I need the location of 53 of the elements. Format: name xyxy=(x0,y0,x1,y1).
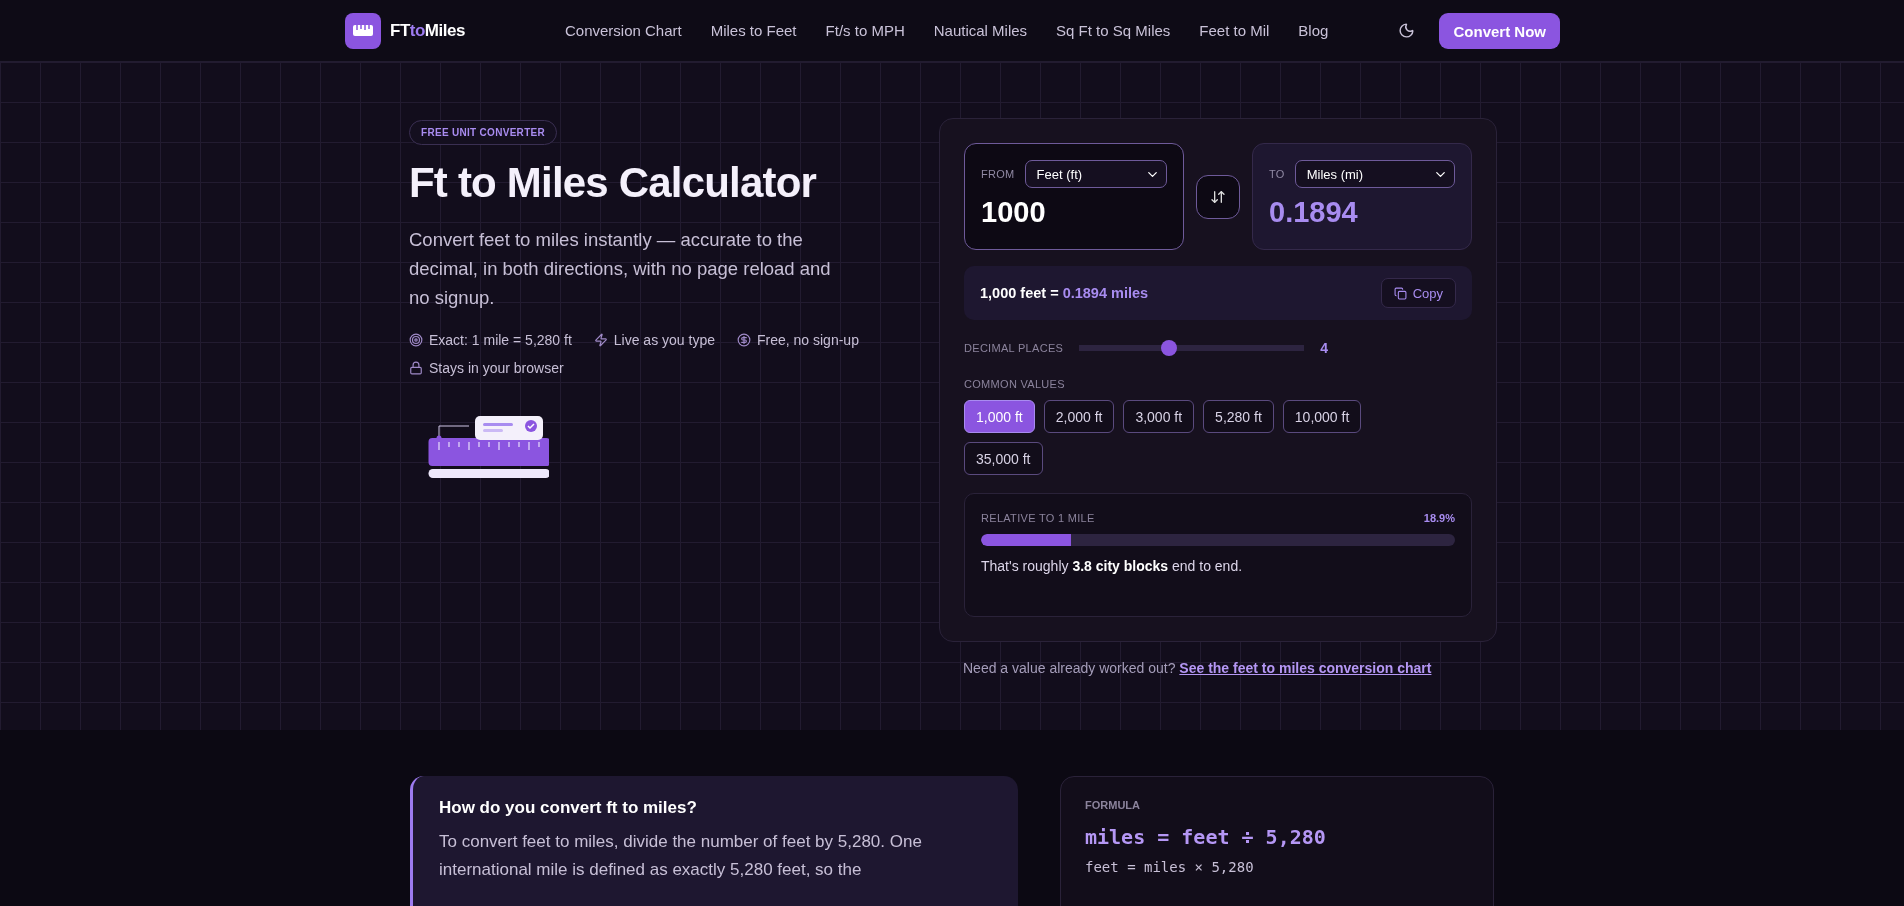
result-sentence: 1,000 feet = 0.1894 miles xyxy=(980,285,1149,301)
dollar-coin-icon xyxy=(736,333,751,347)
chart-hint: Need a value already worked out? See the feet to miles conversion chart xyxy=(963,660,1433,676)
nav-link[interactable]: Sq Ft to Sq Miles xyxy=(1056,22,1171,39)
nav-link[interactable]: Feet to Mil xyxy=(1199,22,1270,39)
feature-label: Exact: 1 mile = 5,280 ft xyxy=(429,332,572,348)
nav-link[interactable]: Blog xyxy=(1298,22,1329,39)
unit-select[interactable]: Miles (mi) xyxy=(1294,160,1455,188)
explanation-text: To convert feet to miles, divide the number of feet by 5,280. One international mile is defined as exactly 5,280 feet, so the xyxy=(439,831,923,881)
page-description: Convert feet to miles instantly — accurate to the decimal, in both directions, with no page reload and no signup. xyxy=(409,228,832,310)
section-label: COMMON VALUES xyxy=(964,378,1065,390)
comparison-note: That's roughly 3.8 city blocks end to end. xyxy=(981,558,1244,574)
copy-button[interactable]: Copy xyxy=(1380,278,1456,308)
logo-text[interactable]: FTtoMiles xyxy=(390,20,465,41)
value-chip[interactable]: 2,000 ft xyxy=(1043,400,1115,433)
nav-link[interactable]: Ft/s to MPH xyxy=(825,22,905,39)
formula-main: miles = feet ÷ 5,280 xyxy=(1085,825,1327,849)
value-chip[interactable]: 3,000 ft xyxy=(1123,400,1195,433)
slider-label: DECIMAL PLACES xyxy=(964,342,1064,354)
nav-link[interactable]: Miles to Feet xyxy=(710,22,797,39)
category-badge: FREE UNIT CONVERTER xyxy=(409,120,558,145)
value-chip[interactable]: 1,000 ft xyxy=(964,400,1035,433)
nav-link[interactable]: Conversion Chart xyxy=(564,22,682,39)
unit-select[interactable]: Feet (ft) xyxy=(1024,160,1167,188)
feature-label: Stays in your browser xyxy=(429,360,564,376)
from-label: FROM xyxy=(981,168,1015,180)
value-chip[interactable]: 10,000 ft xyxy=(1282,400,1362,433)
slider-thumb[interactable] xyxy=(1161,340,1178,356)
percent-reading: 18.9% xyxy=(1423,512,1455,524)
page-title: Ft to Miles Calculator xyxy=(409,159,818,207)
swap-arrows-icon xyxy=(1210,188,1226,205)
explanation-title: How do you convert ft to miles? xyxy=(439,798,698,818)
ruler-logo-icon[interactable] xyxy=(345,12,381,49)
from-value-field[interactable]: FROM Feet (ft) 1000 xyxy=(964,143,1184,250)
feature-label: Live as you type xyxy=(613,332,715,348)
decimal-count: 4 xyxy=(1320,340,1328,356)
nav-link[interactable]: Nautical Miles xyxy=(933,22,1028,39)
formula-inverse: feet = miles × 5,280 xyxy=(1085,859,1255,875)
to-label: TO xyxy=(1269,168,1285,180)
value-chip[interactable]: 5,280 ft xyxy=(1203,400,1274,433)
chart-link[interactable]: See the feet to miles conversion chart xyxy=(1179,660,1432,676)
feature-label: Free, no sign-up xyxy=(756,332,859,348)
value-chip[interactable]: 35,000 ft xyxy=(964,442,1043,475)
copy-icon xyxy=(1393,286,1407,300)
convert-now-button[interactable]: Convert Now xyxy=(1439,12,1560,49)
relative-label: RELATIVE TO 1 MILE xyxy=(981,512,1095,524)
formula-label: FORMULA xyxy=(1085,799,1141,811)
lightning-icon xyxy=(593,333,608,347)
target-icon xyxy=(409,333,423,347)
result-value: 0.1894 xyxy=(1269,196,1359,229)
swap-button[interactable] xyxy=(1196,174,1240,219)
lock-icon xyxy=(409,361,423,375)
moon-icon[interactable] xyxy=(1398,22,1416,39)
